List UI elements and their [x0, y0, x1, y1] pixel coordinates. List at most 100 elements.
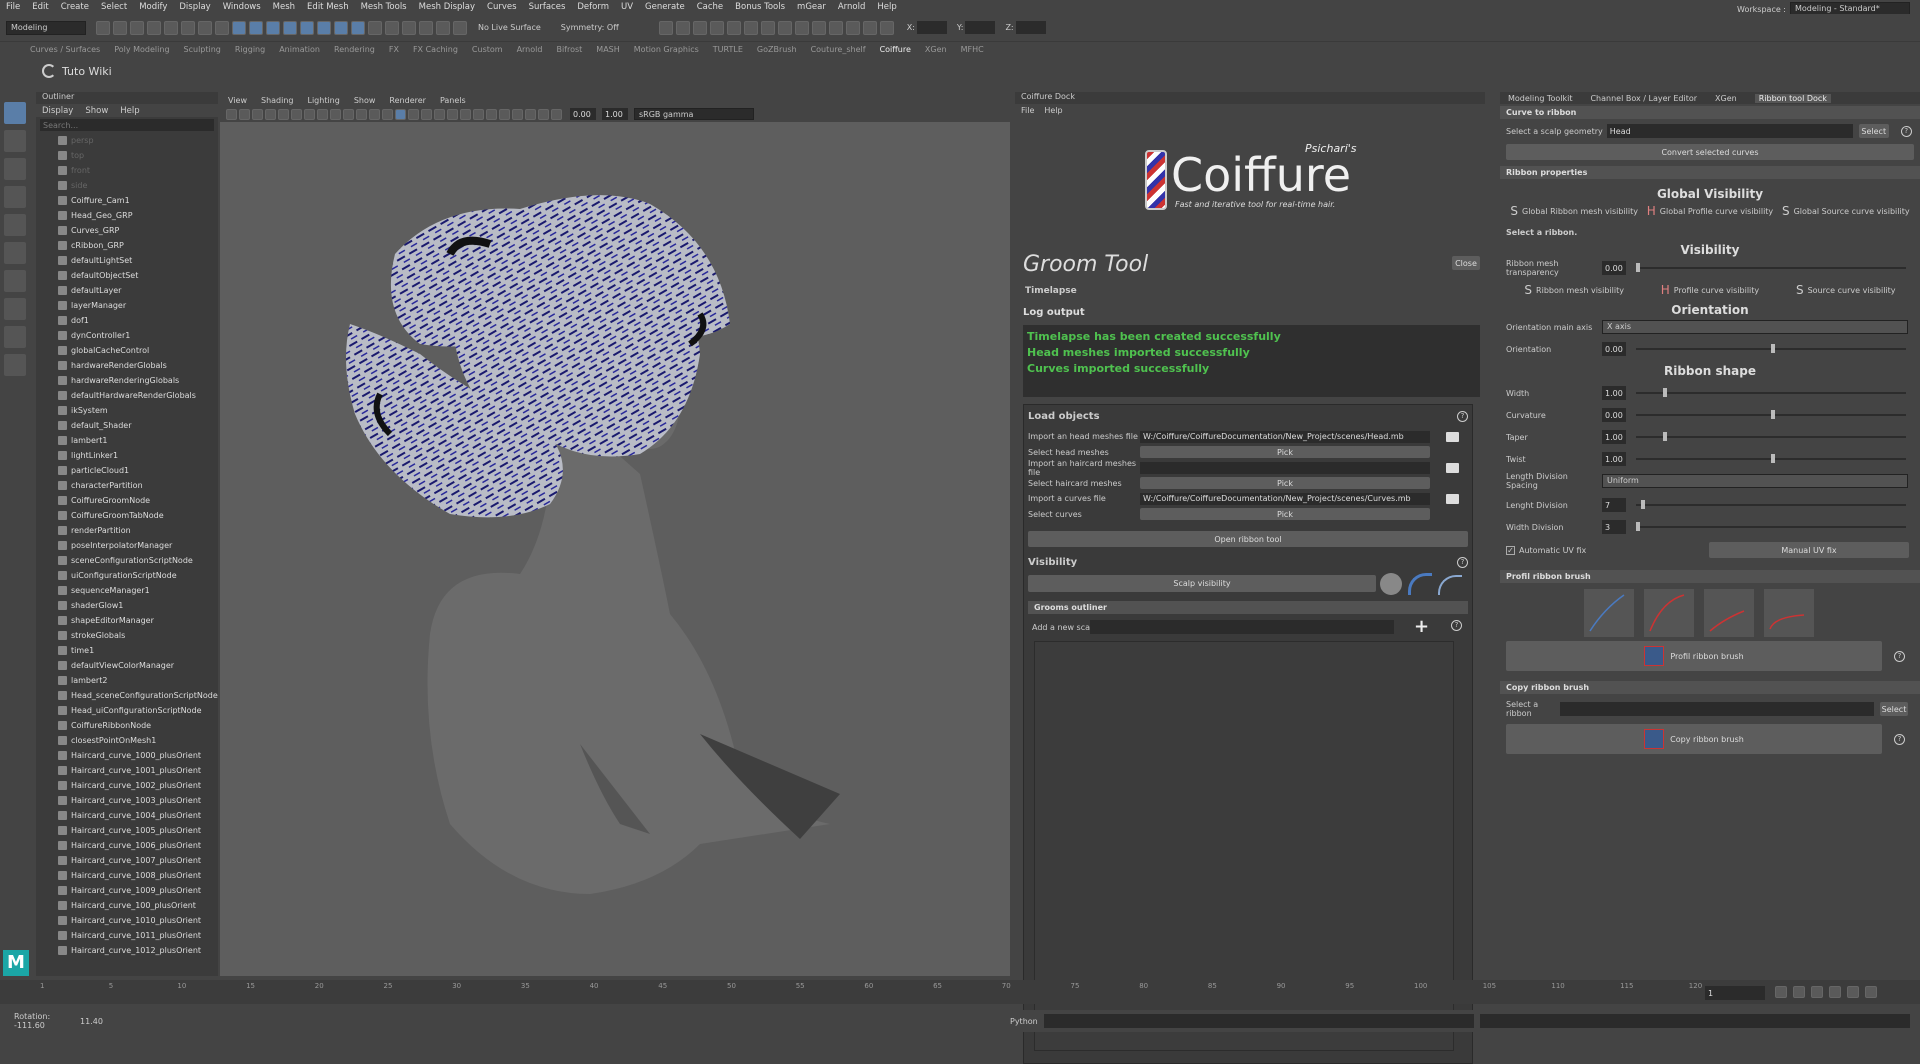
- shelf-tab[interactable]: Coiffure: [880, 45, 911, 54]
- viewport-tool-icon[interactable]: [421, 108, 432, 120]
- open-ribbon-button[interactable]: Open ribbon tool: [1028, 531, 1468, 547]
- outliner-item[interactable]: closestPointOnMesh1: [36, 733, 218, 748]
- outliner-item[interactable]: layerManager: [36, 298, 218, 313]
- render-toolbar-icon[interactable]: [760, 20, 775, 35]
- outliner-item[interactable]: defaultLayer: [36, 283, 218, 298]
- viewport-tool-icon[interactable]: [447, 108, 458, 120]
- viewport-3d[interactable]: [220, 94, 1010, 976]
- outliner-item[interactable]: defaultHardwareRenderGlobals: [36, 388, 218, 403]
- z-field[interactable]: [1015, 21, 1046, 34]
- outliner-item[interactable]: Haircard_curve_1010_plusOrient: [36, 913, 218, 928]
- shelf-tab[interactable]: Poly Modeling: [114, 45, 169, 54]
- outliner-item[interactable]: Head_uiConfigurationScriptNode: [36, 703, 218, 718]
- menu-help[interactable]: Help: [877, 2, 896, 12]
- shape-slider[interactable]: [1636, 432, 1906, 441]
- outliner-item[interactable]: defaultViewColorManager: [36, 658, 218, 673]
- shelf-tab[interactable]: Motion Graphics: [634, 45, 699, 54]
- outliner-item[interactable]: sceneConfigurationScriptNode: [36, 553, 218, 568]
- render-toolbar-icon[interactable]: [845, 20, 860, 35]
- outliner-item[interactable]: poseInterpolatorManager: [36, 538, 218, 553]
- outliner-item[interactable]: CoiffureGroomTabNode: [36, 508, 218, 523]
- time-slider[interactable]: 1 5 10 15 20 25 30 35 40 45 50 55 60 65 70 75 80 85 90 95 10…: [0, 980, 1920, 1004]
- dock-menu-item[interactable]: Help: [1044, 106, 1062, 115]
- gamma-field[interactable]: 1.00: [602, 108, 628, 120]
- menu-bonus-tools[interactable]: Bonus Tools: [735, 2, 785, 12]
- outliner-item[interactable]: dynController1: [36, 328, 218, 343]
- viewport-tool-icon[interactable]: [486, 108, 497, 120]
- shape-value-field[interactable]: 1.00: [1602, 430, 1626, 444]
- toolbar-icon[interactable]: [402, 20, 416, 35]
- pick-button[interactable]: Pick: [1140, 477, 1430, 490]
- length-spacing-dropdown[interactable]: Uniform: [1602, 474, 1908, 488]
- layout-four-icon[interactable]: [4, 298, 26, 320]
- slider-knob[interactable]: [1663, 388, 1667, 397]
- shelf-tab[interactable]: Arnold: [517, 45, 543, 54]
- outliner-item[interactable]: default_Shader: [36, 418, 218, 433]
- orientation-slider[interactable]: [1636, 344, 1906, 353]
- shelf-tab[interactable]: Animation: [279, 45, 320, 54]
- viewport-menu-item[interactable]: Lighting: [307, 96, 339, 105]
- rotate-tool-icon[interactable]: [4, 214, 26, 236]
- outliner-item[interactable]: Haircard_curve_1008_plusOrient: [36, 868, 218, 883]
- live-surface-label[interactable]: No Live Surface: [478, 23, 541, 32]
- curve-to-ribbon-header[interactable]: Curve to ribbon: [1500, 106, 1920, 119]
- render-toolbar-icon[interactable]: [709, 20, 724, 35]
- viewport-menu-item[interactable]: View: [228, 96, 247, 105]
- outliner-item[interactable]: Haircard_curve_1011_plusOrient: [36, 928, 218, 943]
- outliner-item[interactable]: lightLinker1: [36, 448, 218, 463]
- ribbon-curve-icon[interactable]: [1408, 573, 1432, 595]
- outliner-item[interactable]: strokeGlobals: [36, 628, 218, 643]
- profil-ribbon-brush-button[interactable]: Profil ribbon brush: [1506, 641, 1882, 671]
- menu-uv[interactable]: UV: [621, 2, 633, 12]
- viewport-tool-icon[interactable]: [382, 108, 393, 120]
- mode-dropdown[interactable]: Modeling: [6, 20, 86, 35]
- toolbar-icon[interactable]: [198, 20, 212, 35]
- command-line[interactable]: [1043, 1014, 1474, 1028]
- dock-tab[interactable]: Ribbon tool Dock: [1754, 93, 1831, 103]
- playback-button-icon[interactable]: [1793, 986, 1805, 998]
- scalp-visibility-button[interactable]: Scalp visibility: [1028, 575, 1376, 592]
- dock-tab[interactable]: Modeling Toolkit: [1508, 94, 1572, 103]
- viewport-tool-icon[interactable]: [252, 108, 263, 120]
- outliner-item[interactable]: renderPartition: [36, 523, 218, 538]
- viewport-tool-icon[interactable]: [226, 108, 237, 120]
- menu-display[interactable]: Display: [179, 2, 210, 12]
- move-tool-icon[interactable]: [4, 186, 26, 208]
- toolbar-icon[interactable]: [368, 20, 382, 35]
- scale-tool-icon[interactable]: [4, 242, 26, 264]
- viewport-tool-icon[interactable]: [408, 108, 419, 120]
- outliner-item[interactable]: CoiffureRibbonNode: [36, 718, 218, 733]
- viewport-tool-icon[interactable]: [499, 108, 510, 120]
- toolbar-icon[interactable]: [453, 20, 467, 35]
- folder-icon[interactable]: [1446, 462, 1459, 473]
- outliner-item[interactable]: dof1: [36, 313, 218, 328]
- outliner-item[interactable]: Curves_GRP: [36, 223, 218, 238]
- shelf-tab[interactable]: FX: [389, 45, 399, 54]
- menu-mgear[interactable]: mGear: [797, 2, 826, 12]
- source-curve-icon[interactable]: [1438, 575, 1462, 595]
- outliner-item[interactable]: particleCloud1: [36, 463, 218, 478]
- outliner-item[interactable]: ikSystem: [36, 403, 218, 418]
- render-toolbar-icon[interactable]: [777, 20, 792, 35]
- select-tool-icon[interactable]: [4, 102, 26, 124]
- visibility-toggle[interactable]: H Profile curve visibility: [1661, 283, 1759, 297]
- width-division-field[interactable]: 3: [1602, 520, 1626, 534]
- render-toolbar-icon[interactable]: [811, 20, 826, 35]
- toolbar-icon[interactable]: [385, 20, 399, 35]
- help-icon[interactable]: ?: [1457, 557, 1468, 568]
- width-division-slider[interactable]: [1636, 522, 1906, 531]
- close-button[interactable]: Close: [1452, 256, 1480, 270]
- playback-button-icon[interactable]: [1775, 986, 1787, 998]
- outliner-item[interactable]: persp: [36, 133, 218, 148]
- render-toolbar-icon[interactable]: [675, 20, 690, 35]
- outliner-item[interactable]: characterPartition: [36, 478, 218, 493]
- toolbar-icon[interactable]: [334, 20, 348, 35]
- outliner-item[interactable]: Haircard_curve_1003_plusOrient: [36, 793, 218, 808]
- viewport-menu-item[interactable]: Panels: [440, 96, 466, 105]
- playback-button-icon[interactable]: [1865, 986, 1877, 998]
- outliner-item[interactable]: Coiffure_Cam1: [36, 193, 218, 208]
- scalp-field[interactable]: Head: [1606, 124, 1853, 138]
- menu-mesh-display[interactable]: Mesh Display: [419, 2, 475, 12]
- exposure-field[interactable]: 0.00: [570, 108, 596, 120]
- profile-preset-thumbnail[interactable]: [1704, 589, 1754, 637]
